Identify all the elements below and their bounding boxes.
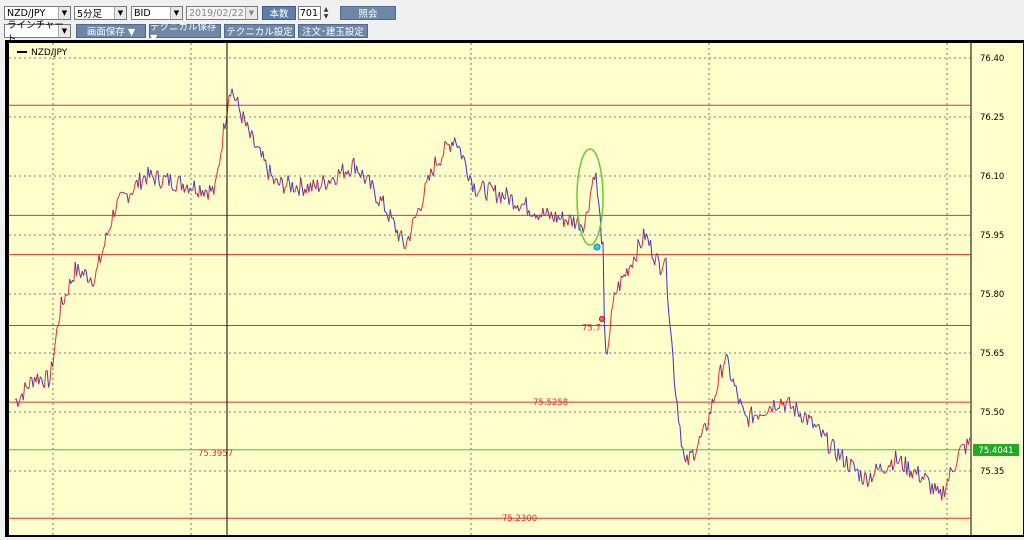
- price-chart[interactable]: 76.40 76.25 76.10 75.95 75.80 75.65 75.50 75.35…: [5, 40, 1024, 537]
- annotation-label: 75.7: [582, 323, 601, 333]
- current-price-label: 75.4041: [978, 446, 1013, 456]
- current-price-badge: 75.4041: [973, 444, 1019, 456]
- price-segment: [884, 473, 885, 474]
- chart-frame: 76.40 76.25 76.10 75.95 75.80 75.65 75.50 75.35…: [5, 40, 1024, 537]
- y-tick-label: 75.65: [980, 349, 1004, 359]
- chevron-down-icon[interactable]: ▼: [324, 13, 329, 20]
- price-segment: [761, 415, 762, 416]
- interval-value: 5分足: [77, 6, 102, 20]
- save-screen-button[interactable]: 画面保存 ▼: [76, 24, 146, 38]
- query-button[interactable]: 照会: [340, 6, 396, 20]
- legend-label: NZD/JPY: [31, 48, 68, 58]
- technical-settings-button[interactable]: テクニカル設定: [224, 24, 295, 38]
- chevron-down-icon: ▼: [114, 7, 126, 19]
- y-tick-label: 75.50: [980, 408, 1004, 418]
- interval-select[interactable]: 5分足 ▼: [74, 6, 127, 20]
- chevron-down-icon: ▼: [245, 7, 257, 19]
- order-settings-label: 注文･建玉設定: [302, 24, 364, 38]
- marker-point: [594, 244, 600, 250]
- price-segment: [124, 193, 125, 194]
- count-stepper[interactable]: ▲ ▼: [322, 6, 330, 20]
- price-segment: [30, 377, 31, 378]
- y-tick-label: 75.35: [980, 467, 1004, 477]
- annotation-label: 75.2300: [502, 514, 537, 524]
- y-tick-label: 76.40: [980, 54, 1004, 64]
- technical-settings-label: テクニカル設定: [226, 24, 293, 38]
- price-segment: [953, 471, 954, 472]
- price-segment: [358, 173, 359, 174]
- price-segment: [530, 216, 531, 217]
- price-segment: [368, 175, 369, 176]
- price-segment: [763, 415, 764, 416]
- price-segment: [418, 208, 419, 209]
- chart-type-select[interactable]: ラインチャート ▼: [4, 24, 71, 38]
- annotation-label: 75.5258: [533, 398, 568, 408]
- y-tick-label: 76.10: [980, 172, 1004, 182]
- price-segment: [656, 254, 657, 255]
- count-button[interactable]: 本数: [262, 6, 296, 20]
- date-value: 2019/02/22: [189, 8, 244, 19]
- y-tick-label: 75.95: [980, 231, 1004, 241]
- order-settings-button[interactable]: 注文･建玉設定: [298, 24, 368, 38]
- annotation-label: 75.3957: [198, 449, 233, 459]
- save-technical-button[interactable]: テクニカル保存▼: [149, 24, 221, 38]
- count-value: 701: [300, 8, 318, 19]
- marker-point: [600, 317, 605, 322]
- price-segment: [120, 192, 121, 193]
- y-tick-label: 76.25: [980, 113, 1004, 123]
- price-segment: [65, 295, 66, 296]
- save-screen-label: 画面保存 ▼: [87, 24, 135, 38]
- chevron-down-icon: ▼: [58, 25, 70, 37]
- price-segment: [123, 192, 124, 193]
- query-label: 照会: [358, 6, 377, 20]
- count-input[interactable]: 701: [298, 6, 321, 20]
- price-segment: [271, 176, 272, 177]
- price-segment: [544, 215, 545, 216]
- chevron-down-icon: ▼: [170, 7, 182, 19]
- y-tick-label: 75.80: [980, 290, 1004, 300]
- price-type-value: BID: [134, 8, 151, 19]
- chevron-up-icon[interactable]: ▲: [324, 6, 329, 13]
- price-segment: [425, 182, 426, 183]
- count-label: 本数: [269, 6, 288, 20]
